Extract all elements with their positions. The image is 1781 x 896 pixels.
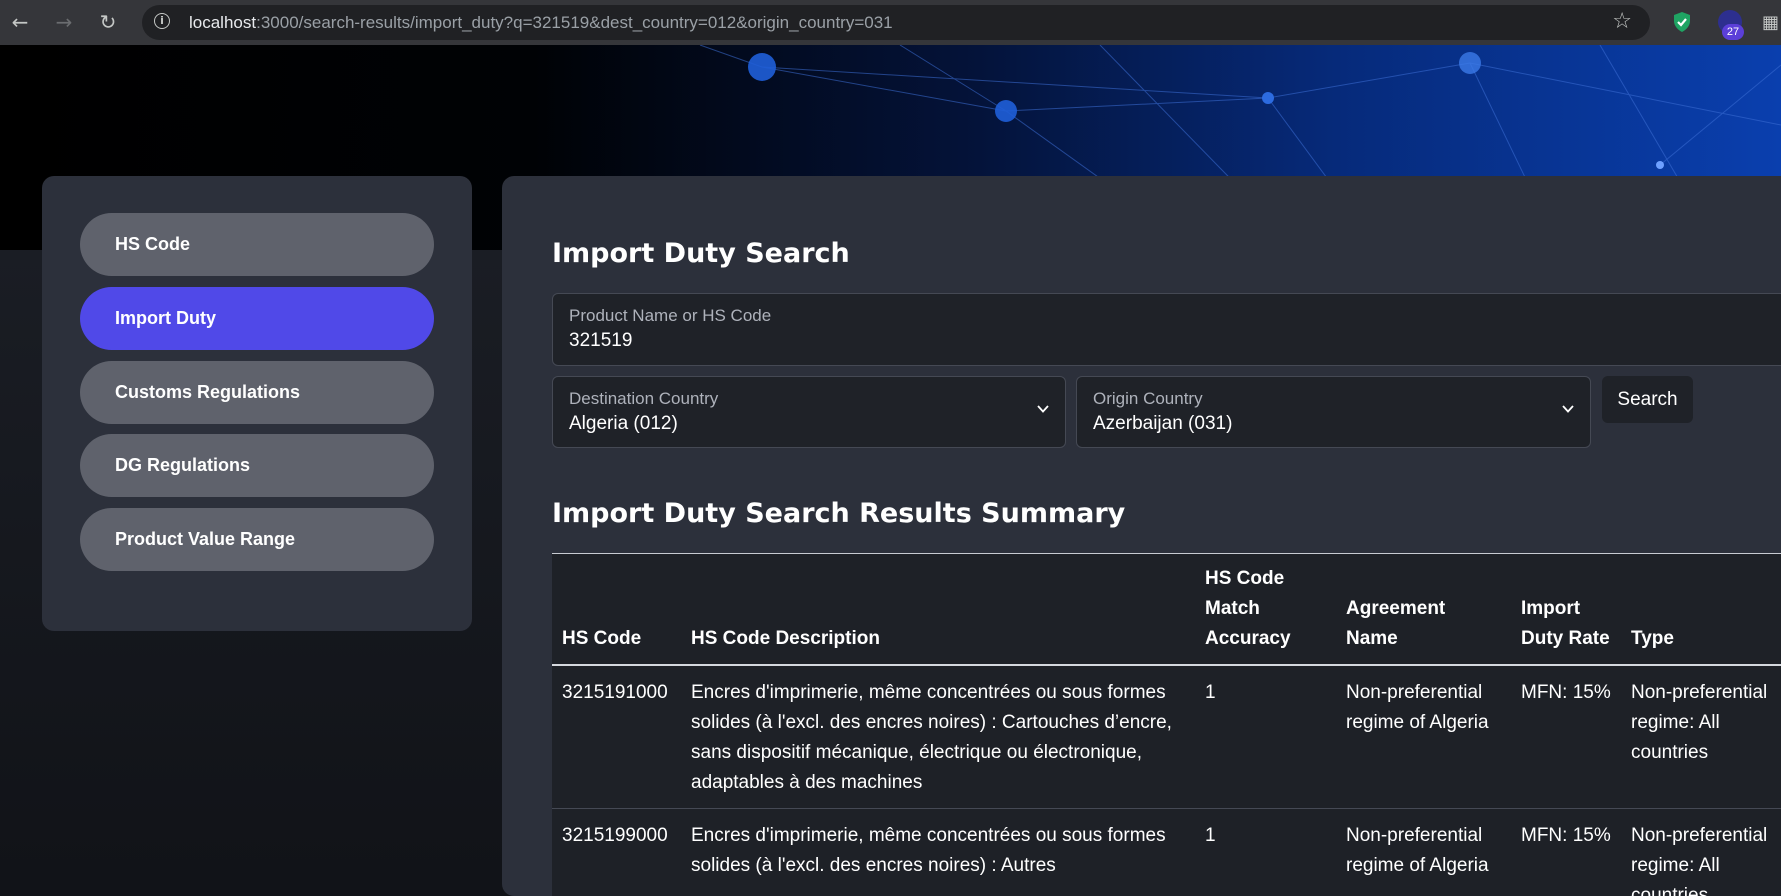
- agreement-cell: Non-preferential regime of Algeria: [1336, 665, 1511, 809]
- accuracy-cell: 1: [1195, 665, 1336, 809]
- site-info-icon[interactable]: i: [154, 13, 170, 29]
- sidebar-item-import-duty[interactable]: Import Duty: [80, 287, 434, 350]
- forward-arrow-icon[interactable]: →: [50, 8, 78, 36]
- extensions-puzzle-icon[interactable]: ▦: [1762, 12, 1781, 32]
- description-cell: Encres d'imprimerie, même concentrées ou…: [681, 665, 1195, 809]
- origin-country-select[interactable]: Origin Country Azerbaijan (031): [1076, 376, 1591, 448]
- address-url[interactable]: localhost:3000/search-results/import_dut…: [189, 13, 893, 33]
- search-button[interactable]: Search: [1602, 376, 1693, 423]
- sidebar-item-hs-code[interactable]: HS Code: [80, 213, 434, 276]
- product-field-label: Product Name or HS Code: [569, 306, 771, 326]
- agreement-cell: Non-preferential regime of Algeria: [1336, 809, 1511, 896]
- hs-code-cell: 3215191000: [552, 665, 681, 809]
- table-row: 3215191000 Encres d'imprimerie, même con…: [552, 665, 1781, 809]
- reload-icon[interactable]: ↻: [94, 8, 122, 36]
- destination-country-select[interactable]: Destination Country Algeria (012): [552, 376, 1066, 448]
- back-arrow-icon[interactable]: ←: [6, 8, 34, 36]
- column-header: HS Code Description: [681, 554, 1195, 665]
- sidebar: HS Code Import Duty Customs Regulations …: [42, 176, 472, 631]
- results-title: Import Duty Search Results Summary: [552, 498, 1125, 529]
- chevron-down-icon: [1037, 403, 1049, 415]
- column-header: HS Code: [552, 554, 681, 665]
- address-bar[interactable]: i localhost:3000/search-results/import_d…: [142, 5, 1650, 40]
- sidebar-item-product-value-range[interactable]: Product Value Range: [80, 508, 434, 571]
- product-field-value: 321519: [569, 330, 632, 352]
- results-table: HS Code HS Code Description HS Code Matc…: [552, 553, 1781, 896]
- type-cell: Non-preferential regime: All countries: [1621, 809, 1781, 896]
- table-header-row: HS Code HS Code Description HS Code Matc…: [552, 554, 1781, 665]
- rate-cell: MFN: 15%: [1511, 809, 1621, 896]
- url-host: localhost: [189, 13, 256, 32]
- origin-label: Origin Country: [1093, 389, 1203, 409]
- table-row: 3215199000 Encres d'imprimerie, même con…: [552, 809, 1781, 896]
- shield-check-icon[interactable]: [1672, 11, 1692, 33]
- column-header: HS Code Match Accuracy: [1195, 554, 1336, 665]
- destination-label: Destination Country: [569, 389, 718, 409]
- bookmark-star-icon[interactable]: ☆: [1612, 9, 1632, 34]
- page-title: Import Duty Search: [552, 238, 850, 269]
- chevron-down-icon: [1562, 403, 1574, 415]
- description-cell: Encres d'imprimerie, même concentrées ou…: [681, 809, 1195, 896]
- hs-code-cell: 3215199000: [552, 809, 681, 896]
- column-header: Agreement Name: [1336, 554, 1511, 665]
- rate-cell: MFN: 15%: [1511, 665, 1621, 809]
- column-header: Import Duty Rate: [1511, 554, 1621, 665]
- accuracy-cell: 1: [1195, 809, 1336, 896]
- destination-value: Algeria (012): [569, 413, 678, 435]
- type-cell: Non-preferential regime: All countries: [1621, 665, 1781, 809]
- main-panel: Import Duty Search Product Name or HS Co…: [502, 176, 1781, 896]
- extension-badge: 27: [1722, 24, 1744, 40]
- product-search-input[interactable]: Product Name or HS Code 321519: [552, 293, 1781, 366]
- column-header: Type: [1621, 554, 1781, 665]
- url-path: :3000/search-results/import_duty?q=32151…: [256, 13, 893, 32]
- sidebar-item-dg-regulations[interactable]: DG Regulations: [80, 434, 434, 497]
- browser-toolbar: ← → ↻ i localhost:3000/search-results/im…: [0, 0, 1781, 45]
- sidebar-item-customs-regulations[interactable]: Customs Regulations: [80, 361, 434, 424]
- origin-value: Azerbaijan (031): [1093, 413, 1232, 435]
